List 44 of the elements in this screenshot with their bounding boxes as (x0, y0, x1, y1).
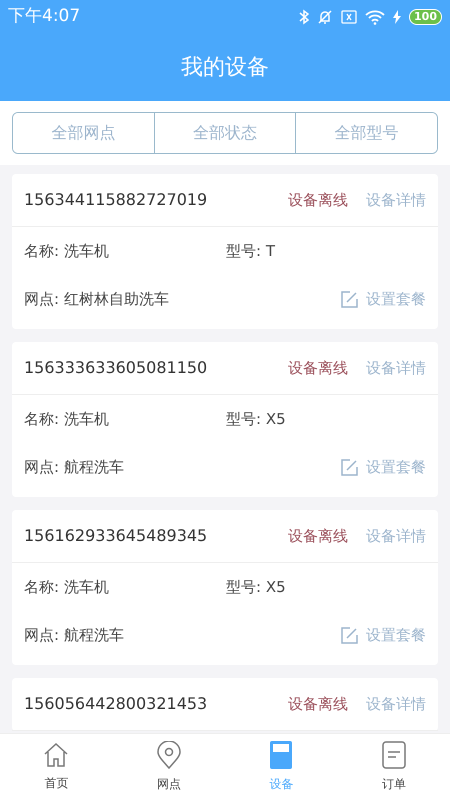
page-title: 我的设备 (181, 54, 269, 82)
filter-dropdown[interactable]: 全部型号 (295, 113, 437, 153)
device-name: 名称: 洗车机 (24, 576, 110, 598)
wifi-icon (365, 10, 386, 24)
device-id: 156056442800321453 (24, 693, 208, 715)
device-detail-link[interactable]: 设备详情 (366, 188, 426, 212)
device-id: 156333633605081150 (24, 357, 208, 379)
sim-icon (341, 10, 358, 24)
home-icon (43, 742, 70, 768)
device-site: 网点: 航程洗车 (24, 456, 125, 478)
nav-tab[interactable]: 设备 (225, 734, 338, 800)
set-package-button[interactable]: 设置套餐 (341, 624, 426, 646)
status-label: 设备离线 (288, 694, 348, 715)
edit-icon (341, 458, 358, 476)
device-detail-link[interactable]: 设备详情 (366, 524, 426, 548)
device-site: 网点: 航程洗车 (24, 624, 125, 646)
edit-icon (341, 626, 358, 644)
nav-tab[interactable]: 网点 (112, 734, 225, 800)
device-model: 型号: X5 (226, 576, 286, 598)
device-id: 156162933645489345 (24, 525, 208, 547)
status-label: 设备离线 (288, 358, 348, 379)
set-package-button[interactable]: 设置套餐 (341, 288, 426, 310)
device-site: 网点: 红树林自助洗车 (24, 288, 170, 310)
nav-tab[interactable]: 首页 (0, 734, 112, 800)
device-name: 名称: 洗车机 (24, 240, 110, 262)
charging-icon (393, 10, 402, 24)
set-package-button[interactable]: 设置套餐 (341, 456, 426, 478)
nav-tab[interactable]: 订单 (338, 734, 450, 800)
status-label: 设备离线 (288, 190, 348, 211)
device-detail-link[interactable]: 设备详情 (366, 692, 426, 716)
battery-icon: 100 (409, 9, 442, 25)
edit-icon (341, 290, 358, 308)
device-id: 156344115882727019 (24, 189, 208, 211)
bluetooth-icon (299, 9, 310, 25)
device-name: 名称: 洗车机 (24, 408, 110, 430)
location-pin-icon (156, 741, 181, 769)
status-label: 设备离线 (288, 526, 348, 547)
order-icon (382, 741, 406, 769)
device-detail-link[interactable]: 设备详情 (366, 356, 426, 380)
status-time: 下午4:07 (8, 5, 80, 28)
device-model: 型号: T (226, 240, 275, 262)
device-icon (270, 741, 292, 769)
muted-bell-icon (317, 9, 334, 25)
device-model: 型号: X5 (226, 408, 286, 430)
